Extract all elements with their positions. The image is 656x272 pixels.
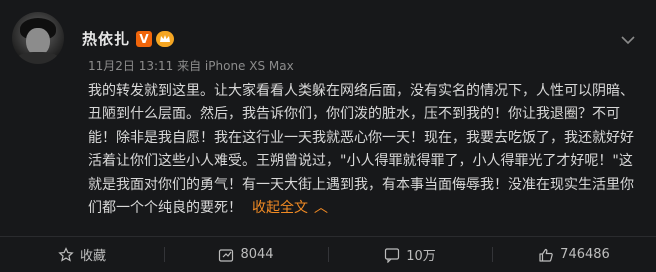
thumbs-up-icon	[539, 248, 553, 262]
post-meta[interactable]: 11月2日 13:11 来自 iPhone XS Max	[88, 57, 294, 74]
post-text: 我的转发就到这里。让大家看看人类躲在网络后面，没有实名的情况下，人性可以阴暗、丑…	[88, 83, 634, 217]
comment-count: 10万	[406, 249, 436, 264]
weibo-post: 热依扎 V 11月2日 13:11 来自 iPhone XS Max 我的转发就…	[0, 0, 656, 272]
comment-icon	[385, 247, 400, 263]
post-header: 热依扎 V	[82, 28, 175, 49]
crown-icon	[160, 34, 171, 42]
username[interactable]: 热依扎	[82, 28, 130, 49]
chevron-up-icon[interactable]: ︿	[314, 197, 328, 220]
like-count: 746486	[560, 247, 610, 262]
chevron-down-icon[interactable]	[620, 30, 636, 45]
favorite-button[interactable]: 收藏	[0, 237, 164, 272]
action-bar: 收藏 8044 10万 746486	[0, 237, 656, 272]
comment-button[interactable]: 10万	[328, 237, 492, 272]
collapse-full-text-link[interactable]: 收起全文	[252, 200, 308, 216]
share-icon	[219, 248, 234, 262]
forward-count: 8044	[240, 247, 274, 262]
post-content: 我的转发就到这里。让大家看看人类躲在网络后面，没有实名的情况下，人性可以阴暗、丑…	[88, 80, 640, 220]
like-button[interactable]: 746486	[492, 237, 656, 272]
avatar-body	[16, 52, 60, 64]
favorite-label: 收藏	[79, 249, 106, 264]
vip-badge-icon[interactable]: V	[136, 30, 153, 47]
member-level-badge-icon[interactable]	[156, 30, 175, 47]
forward-button[interactable]: 8044	[164, 237, 328, 272]
star-icon	[58, 246, 74, 262]
avatar[interactable]	[12, 12, 64, 64]
